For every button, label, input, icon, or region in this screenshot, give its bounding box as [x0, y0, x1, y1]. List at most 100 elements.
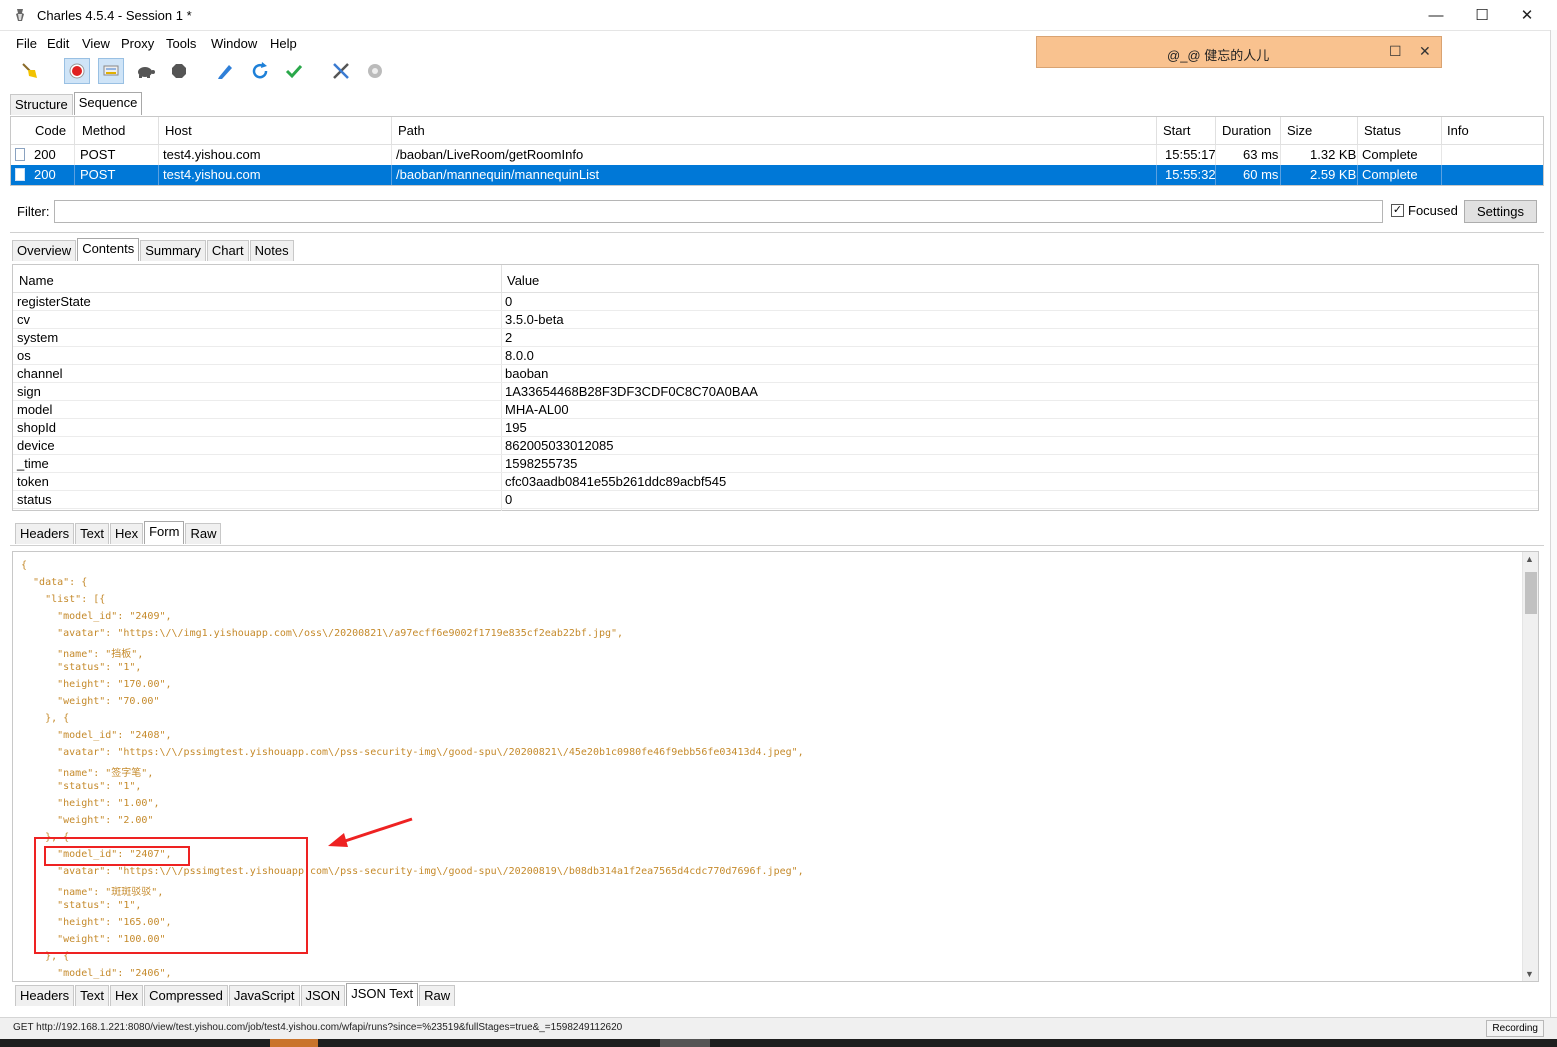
filter-input[interactable] — [54, 200, 1383, 223]
annotation-box-highlight — [44, 846, 190, 866]
col-path[interactable]: Path — [398, 123, 425, 138]
splitter[interactable] — [10, 232, 1544, 233]
json-line: "model_id": "2408", — [21, 730, 172, 741]
tab-chart[interactable]: Chart — [206, 240, 249, 261]
request-file-icon — [15, 148, 25, 161]
splitter[interactable] — [10, 545, 1544, 546]
recording-badge[interactable]: Recording — [1486, 1020, 1544, 1037]
form-row[interactable]: system 2 — [13, 329, 1538, 347]
form-row[interactable]: _time 1598255735 — [13, 455, 1538, 473]
close-button[interactable]: ✕ — [1504, 0, 1550, 30]
tab-hex[interactable]: Hex — [109, 985, 144, 1006]
form-row[interactable]: token cfc03aadb0841e55b261ddc89acbf545 — [13, 473, 1538, 491]
tab-raw[interactable]: Raw — [185, 523, 222, 544]
table-row[interactable]: 200 POST test4.yishou.com /baoban/LiveRo… — [11, 145, 1543, 165]
menu-window[interactable]: Window — [211, 36, 257, 51]
form-row[interactable]: device 862005033012085 — [13, 437, 1538, 455]
form-row[interactable]: model MHA-AL00 — [13, 401, 1538, 419]
json-line: "name": "签字笔", — [21, 768, 154, 779]
tab-json-text[interactable]: JSON Text — [346, 983, 419, 1006]
json-line: "height": "1.00", — [21, 798, 160, 809]
form-row[interactable]: channel baoban — [13, 365, 1538, 383]
tab-sequence[interactable]: Sequence — [73, 92, 143, 115]
col-size[interactable]: Size — [1287, 123, 1312, 138]
tab-form[interactable]: Form — [144, 521, 185, 544]
row-status: Complete — [1362, 147, 1418, 162]
row-method: POST — [80, 147, 116, 162]
form-row-value: baoban — [505, 366, 549, 381]
form-row[interactable]: cv 3.5.0-beta — [13, 311, 1538, 329]
col-name[interactable]: Name — [19, 273, 54, 288]
settings-icon[interactable] — [362, 58, 388, 84]
menu-tools[interactable]: Tools — [166, 36, 196, 51]
popup-close-button[interactable]: ✕ — [1419, 43, 1431, 60]
form-row[interactable]: os 8.0.0 — [13, 347, 1538, 365]
window-title: Charles 4.5.4 - Session 1 * — [37, 8, 192, 23]
stop-icon[interactable] — [166, 58, 192, 84]
taskbar-strip — [0, 1039, 1557, 1047]
broom-icon[interactable] — [17, 58, 43, 84]
col-info[interactable]: Info — [1447, 123, 1469, 138]
col-start[interactable]: Start — [1163, 123, 1190, 138]
menu-view[interactable]: View — [82, 36, 110, 51]
col-code[interactable]: Code — [35, 123, 66, 138]
scrollbar-thumb[interactable] — [1525, 572, 1537, 614]
focused-checkbox[interactable]: ✓ — [1391, 204, 1404, 217]
table-row-selected[interactable]: 200 POST test4.yishou.com /baoban/manneq… — [11, 165, 1543, 185]
tab-compressed[interactable]: Compressed — [144, 985, 228, 1006]
form-row[interactable]: registerState 0 — [13, 293, 1538, 311]
check-icon[interactable] — [281, 58, 307, 84]
tab-text[interactable]: Text — [75, 985, 109, 1006]
tab-javascript[interactable]: JavaScript — [228, 985, 300, 1006]
tab-contents[interactable]: Contents — [77, 238, 140, 261]
form-row[interactable]: status 0 — [13, 491, 1538, 509]
tab-text[interactable]: Text — [75, 523, 109, 544]
form-row-value: 195 — [505, 420, 527, 435]
form-row-value: 862005033012085 — [505, 438, 614, 453]
throttle-icon[interactable] — [98, 58, 124, 84]
scroll-up-icon[interactable]: ▲ — [1525, 554, 1534, 564]
tab-json[interactable]: JSON — [300, 985, 346, 1006]
tab-notes[interactable]: Notes — [249, 240, 294, 261]
row-size: 1.32 KB — [1310, 147, 1357, 162]
json-line: "status": "1", — [21, 662, 142, 673]
settings-button[interactable]: Settings — [1464, 200, 1537, 223]
vertical-scrollbar[interactable]: ▲ ▼ — [1522, 552, 1538, 981]
scroll-down-icon[interactable]: ▼ — [1525, 969, 1534, 979]
maximize-button[interactable]: ☐ — [1459, 0, 1505, 30]
refresh-icon[interactable] — [247, 58, 273, 84]
right-edge — [1550, 30, 1557, 1039]
form-row-name: sign — [17, 384, 41, 399]
menu-edit[interactable]: Edit — [47, 36, 69, 51]
tab-structure[interactable]: Structure — [10, 94, 73, 115]
menu-proxy[interactable]: Proxy — [121, 36, 154, 51]
tab-hex[interactable]: Hex — [109, 523, 144, 544]
focused-label[interactable]: Focused — [1408, 203, 1458, 218]
tab-summary[interactable]: Summary — [140, 240, 206, 261]
pen-icon[interactable] — [212, 58, 238, 84]
popup-restore-button[interactable]: ☐ — [1389, 43, 1402, 60]
col-method[interactable]: Method — [82, 123, 125, 138]
filter-bar: Filter: ✓ Focused Settings — [10, 198, 1544, 226]
json-line: "height": "170.00", — [21, 679, 172, 690]
form-row-value: 1598255735 — [505, 456, 578, 471]
tab-headers[interactable]: Headers — [15, 985, 75, 1006]
row-path: /baoban/LiveRoom/getRoomInfo — [396, 147, 584, 162]
row-size: 2.59 KB — [1310, 167, 1357, 182]
col-value[interactable]: Value — [507, 273, 539, 288]
col-host[interactable]: Host — [165, 123, 192, 138]
tab-overview[interactable]: Overview — [12, 240, 77, 261]
col-duration[interactable]: Duration — [1222, 123, 1271, 138]
turtle-icon[interactable] — [132, 58, 158, 84]
minimize-button[interactable]: — — [1413, 0, 1459, 30]
form-row-name: channel — [17, 366, 63, 381]
form-row[interactable]: shopId 195 — [13, 419, 1538, 437]
menu-file[interactable]: File — [16, 36, 37, 51]
menu-help[interactable]: Help — [270, 36, 297, 51]
tools-icon[interactable] — [328, 58, 354, 84]
tab-raw[interactable]: Raw — [419, 985, 456, 1006]
tab-headers[interactable]: Headers — [15, 523, 75, 544]
col-status[interactable]: Status — [1364, 123, 1401, 138]
record-icon[interactable] — [64, 58, 90, 84]
form-row[interactable]: sign 1A33654468B28F3DF3CDF0C8C70A0BAA — [13, 383, 1538, 401]
